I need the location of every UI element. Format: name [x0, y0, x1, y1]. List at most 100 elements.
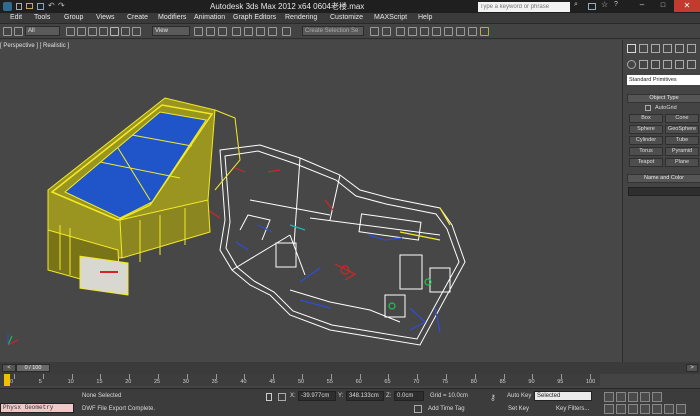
field-of-view-icon[interactable]	[640, 404, 650, 414]
orbit-icon[interactable]	[664, 404, 674, 414]
render-production-icon[interactable]	[480, 27, 489, 36]
schematic-view-icon[interactable]	[432, 27, 441, 36]
cylinder-button[interactable]: Cylinder	[629, 136, 663, 145]
rectangular-selection-icon[interactable]	[88, 27, 97, 36]
favorites-icon[interactable]: ☆	[601, 0, 608, 9]
time-slider-right-arrow[interactable]: >	[686, 364, 698, 372]
shapes-category-icon[interactable]	[639, 60, 648, 69]
play-icon[interactable]	[628, 392, 638, 402]
tube-button[interactable]: Tube	[665, 136, 699, 145]
minimize-button[interactable]: –	[632, 0, 652, 12]
select-object-icon[interactable]	[66, 27, 75, 36]
modify-tab-icon[interactable]	[639, 44, 648, 53]
key-mode-dropdown[interactable]: Selected	[534, 391, 592, 401]
select-and-scale-icon[interactable]	[132, 27, 141, 36]
select-and-rotate-icon[interactable]	[121, 27, 130, 36]
communication-center-icon[interactable]	[588, 3, 596, 10]
display-tab-icon[interactable]	[675, 44, 684, 53]
teapot-button[interactable]: Teapot	[629, 158, 663, 167]
rendered-frame-window-icon[interactable]	[468, 27, 477, 36]
layer-manager-icon[interactable]	[396, 27, 405, 36]
menu-rendering[interactable]: Rendering	[285, 14, 317, 21]
open-file-icon[interactable]	[26, 3, 33, 9]
torus-button[interactable]: Torus	[629, 147, 663, 156]
new-file-icon[interactable]	[16, 3, 22, 10]
primitive-category-dropdown[interactable]: Standard Primitives	[627, 75, 700, 85]
redo-icon[interactable]: ↷	[58, 1, 65, 10]
select-and-move-icon[interactable]	[110, 27, 119, 36]
maximize-button[interactable]: □	[653, 0, 673, 12]
keyboard-shortcut-override-icon[interactable]	[218, 27, 227, 36]
menu-modifiers[interactable]: Modifiers	[158, 14, 186, 21]
keyword-search-input[interactable]	[478, 2, 570, 12]
time-slider[interactable]: < 0 / 100 >	[0, 362, 700, 374]
object-type-rollout[interactable]: Object Type	[627, 94, 700, 103]
select-and-manipulate-icon[interactable]	[206, 27, 215, 36]
time-tag-icon[interactable]	[414, 405, 422, 413]
percent-snap-icon[interactable]	[256, 27, 265, 36]
perspective-viewport[interactable]: [ Perspective ] [ Realistic ]	[0, 40, 622, 362]
next-frame-icon[interactable]	[640, 392, 650, 402]
geosphere-button[interactable]: GeoSphere	[665, 125, 699, 134]
select-by-name-icon[interactable]	[77, 27, 86, 36]
hierarchy-tab-icon[interactable]	[651, 44, 660, 53]
previous-frame-icon[interactable]	[616, 392, 626, 402]
curve-editor-icon[interactable]	[420, 27, 429, 36]
menu-edit[interactable]: Edit	[10, 14, 22, 21]
geometry-category-icon[interactable]	[627, 60, 636, 69]
menu-animation[interactable]: Animation	[194, 14, 225, 21]
menu-views[interactable]: Views	[96, 14, 115, 21]
save-file-icon[interactable]	[37, 3, 44, 10]
menu-maxscript[interactable]: MAXScript	[374, 14, 407, 21]
track-bar[interactable]: 0 5 10 15 20 25 30 35 40 45 50 55 60 65 70 75 80 85 90 95 10…	[0, 374, 600, 386]
autogrid-checkbox[interactable]	[645, 105, 651, 111]
space-warps-category-icon[interactable]	[687, 60, 696, 69]
time-slider-left-arrow[interactable]: <	[2, 364, 16, 372]
name-and-color-rollout[interactable]: Name and Color	[627, 174, 700, 183]
pivot-center-icon[interactable]	[194, 27, 203, 36]
maxscript-listener-field[interactable]: Physx Geometry	[0, 403, 74, 413]
window-crossing-icon[interactable]	[99, 27, 108, 36]
key-icon[interactable]: ⚷	[490, 393, 496, 402]
render-setup-icon[interactable]	[456, 27, 465, 36]
transform-type-in-icon[interactable]	[278, 393, 286, 401]
redo-toolbar-icon[interactable]	[14, 27, 23, 36]
spinner-snap-icon[interactable]	[268, 27, 277, 36]
menu-tools[interactable]: Tools	[34, 14, 50, 21]
selection-lock-icon[interactable]	[266, 393, 272, 401]
plane-button[interactable]: Plane	[665, 158, 699, 167]
cone-button[interactable]: Cone	[665, 114, 699, 123]
utilities-tab-icon[interactable]	[687, 44, 696, 53]
menu-graph-editors[interactable]: Graph Editors	[233, 14, 276, 21]
add-time-tag-button[interactable]: Add Time Tag	[428, 406, 465, 412]
graphite-modeling-tools-icon[interactable]	[408, 27, 417, 36]
undo-toolbar-icon[interactable]	[3, 27, 12, 36]
close-button[interactable]: ✕	[674, 0, 700, 12]
material-editor-icon[interactable]	[444, 27, 453, 36]
reference-coordinate-dropdown[interactable]: View	[152, 26, 190, 36]
zoom-extents-icon[interactable]	[628, 404, 638, 414]
sphere-button[interactable]: Sphere	[629, 125, 663, 134]
go-to-end-icon[interactable]	[652, 392, 662, 402]
undo-icon[interactable]: ↶	[48, 1, 55, 10]
z-coordinate-field[interactable]: 0.0cm	[394, 391, 424, 401]
zoom-viewport-icon[interactable]	[604, 404, 614, 414]
frame-counter[interactable]: 0 / 100	[16, 364, 50, 372]
menu-group[interactable]: Group	[64, 14, 83, 21]
auto-key-button[interactable]: Auto Key	[507, 393, 531, 399]
box-button[interactable]: Box	[629, 114, 663, 123]
menu-customize[interactable]: Customize	[330, 14, 363, 21]
set-key-button[interactable]: Set Key	[508, 406, 529, 412]
menu-help[interactable]: Help	[418, 14, 432, 21]
maximize-viewport-icon[interactable]	[676, 404, 686, 414]
motion-tab-icon[interactable]	[663, 44, 672, 53]
zoom-all-icon[interactable]	[616, 404, 626, 414]
x-coordinate-field[interactable]: -39.977cm	[298, 391, 336, 401]
mirror-icon[interactable]	[370, 27, 379, 36]
snaps-toggle-icon[interactable]	[232, 27, 241, 36]
cameras-category-icon[interactable]	[663, 60, 672, 69]
y-coordinate-field[interactable]: 348.133cm	[346, 391, 384, 401]
object-name-field[interactable]	[628, 187, 700, 196]
angle-snap-icon[interactable]	[244, 27, 253, 36]
create-tab-icon[interactable]	[627, 44, 636, 53]
